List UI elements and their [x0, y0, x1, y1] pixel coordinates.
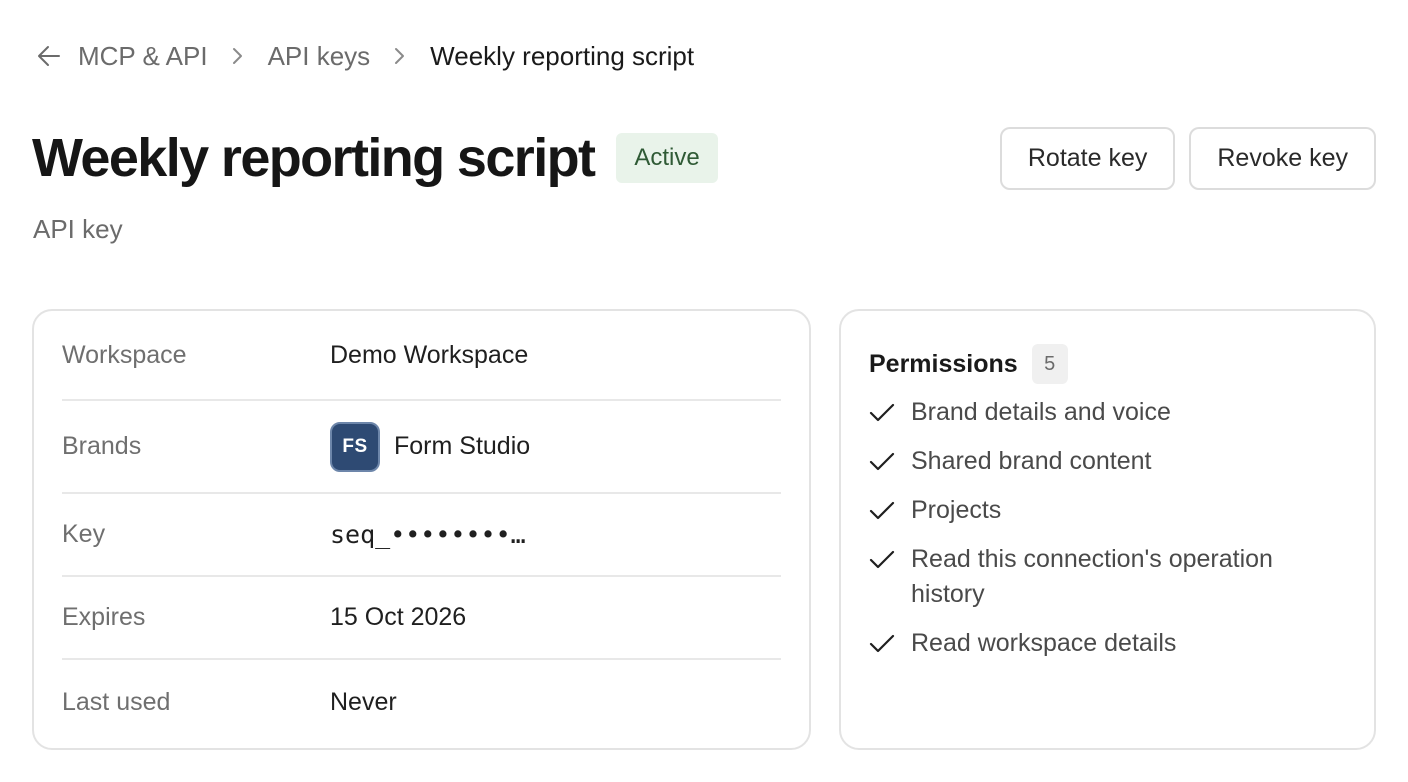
breadcrumb-current: Weekly reporting script: [430, 40, 695, 71]
detail-label: Workspace: [62, 340, 187, 369]
check-icon: [869, 444, 897, 479]
permission-item: Shared brand content: [869, 444, 1346, 479]
permission-label: Read this connection's operation history: [911, 545, 1273, 608]
permissions-header: Permissions 5: [869, 343, 1346, 385]
permissions-card: Permissions 5 Brand details and voice Sh…: [839, 309, 1376, 750]
detail-row-key: Key seq_••••••••…: [62, 494, 781, 577]
permissions-count-badge: 5: [1031, 344, 1068, 384]
permission-item: Read workspace details: [869, 626, 1346, 661]
detail-row-last-used: Last used Never: [62, 660, 781, 744]
permission-label: Projects: [911, 496, 1002, 524]
permission-label: Brand details and voice: [911, 398, 1171, 426]
breadcrumb-mcp-api[interactable]: MCP & API: [78, 41, 208, 72]
permission-item: Projects: [869, 493, 1346, 528]
detail-label: Brands: [62, 432, 142, 460]
permission-item: Read this connection's operation history: [869, 542, 1346, 612]
workspace-value: Demo Workspace: [330, 340, 529, 369]
last-used-value: Never: [330, 687, 397, 716]
detail-row-brands: Brands FS Form Studio: [62, 401, 781, 494]
chevron-right-icon: [388, 44, 412, 68]
brand-avatar: FS: [330, 421, 380, 472]
expires-value: 15 Oct 2026: [330, 603, 467, 631]
detail-row-expires: Expires 15 Oct 2026: [62, 577, 781, 660]
key-value: seq_••••••••…: [330, 520, 526, 549]
rotate-key-button[interactable]: Rotate key: [999, 127, 1176, 190]
brand-name: Form Studio: [394, 432, 531, 460]
detail-label: Expires: [62, 603, 146, 631]
permissions-list: Brand details and voice Shared brand con…: [869, 395, 1346, 661]
check-icon: [869, 542, 897, 577]
page-title: Weekly reporting script: [32, 128, 596, 188]
back-arrow-icon[interactable]: [34, 41, 64, 71]
permissions-title: Permissions: [869, 349, 1018, 378]
detail-row-workspace: Workspace Demo Workspace: [62, 311, 781, 401]
check-icon: [869, 395, 897, 430]
detail-label: Last used: [62, 687, 171, 716]
permission-label: Read workspace details: [911, 629, 1177, 657]
brand-value: FS Form Studio: [330, 421, 531, 472]
status-badge: Active: [616, 133, 718, 183]
check-icon: [869, 626, 897, 661]
permission-item: Brand details and voice: [869, 395, 1346, 430]
breadcrumb: MCP & API API keys Weekly reporting scri…: [34, 36, 694, 76]
permission-label: Shared brand content: [911, 447, 1152, 475]
key-details-card: Workspace Demo Workspace Brands FS Form …: [32, 309, 811, 750]
revoke-key-button[interactable]: Revoke key: [1189, 127, 1376, 190]
page-subtitle: API key: [33, 214, 123, 244]
breadcrumb-api-keys[interactable]: API keys: [268, 41, 371, 72]
check-icon: [869, 493, 897, 528]
chevron-right-icon: [226, 44, 250, 68]
header-actions: Rotate key Revoke key: [999, 127, 1376, 190]
title-row: Weekly reporting script Active: [32, 126, 718, 190]
detail-label: Key: [62, 520, 106, 548]
